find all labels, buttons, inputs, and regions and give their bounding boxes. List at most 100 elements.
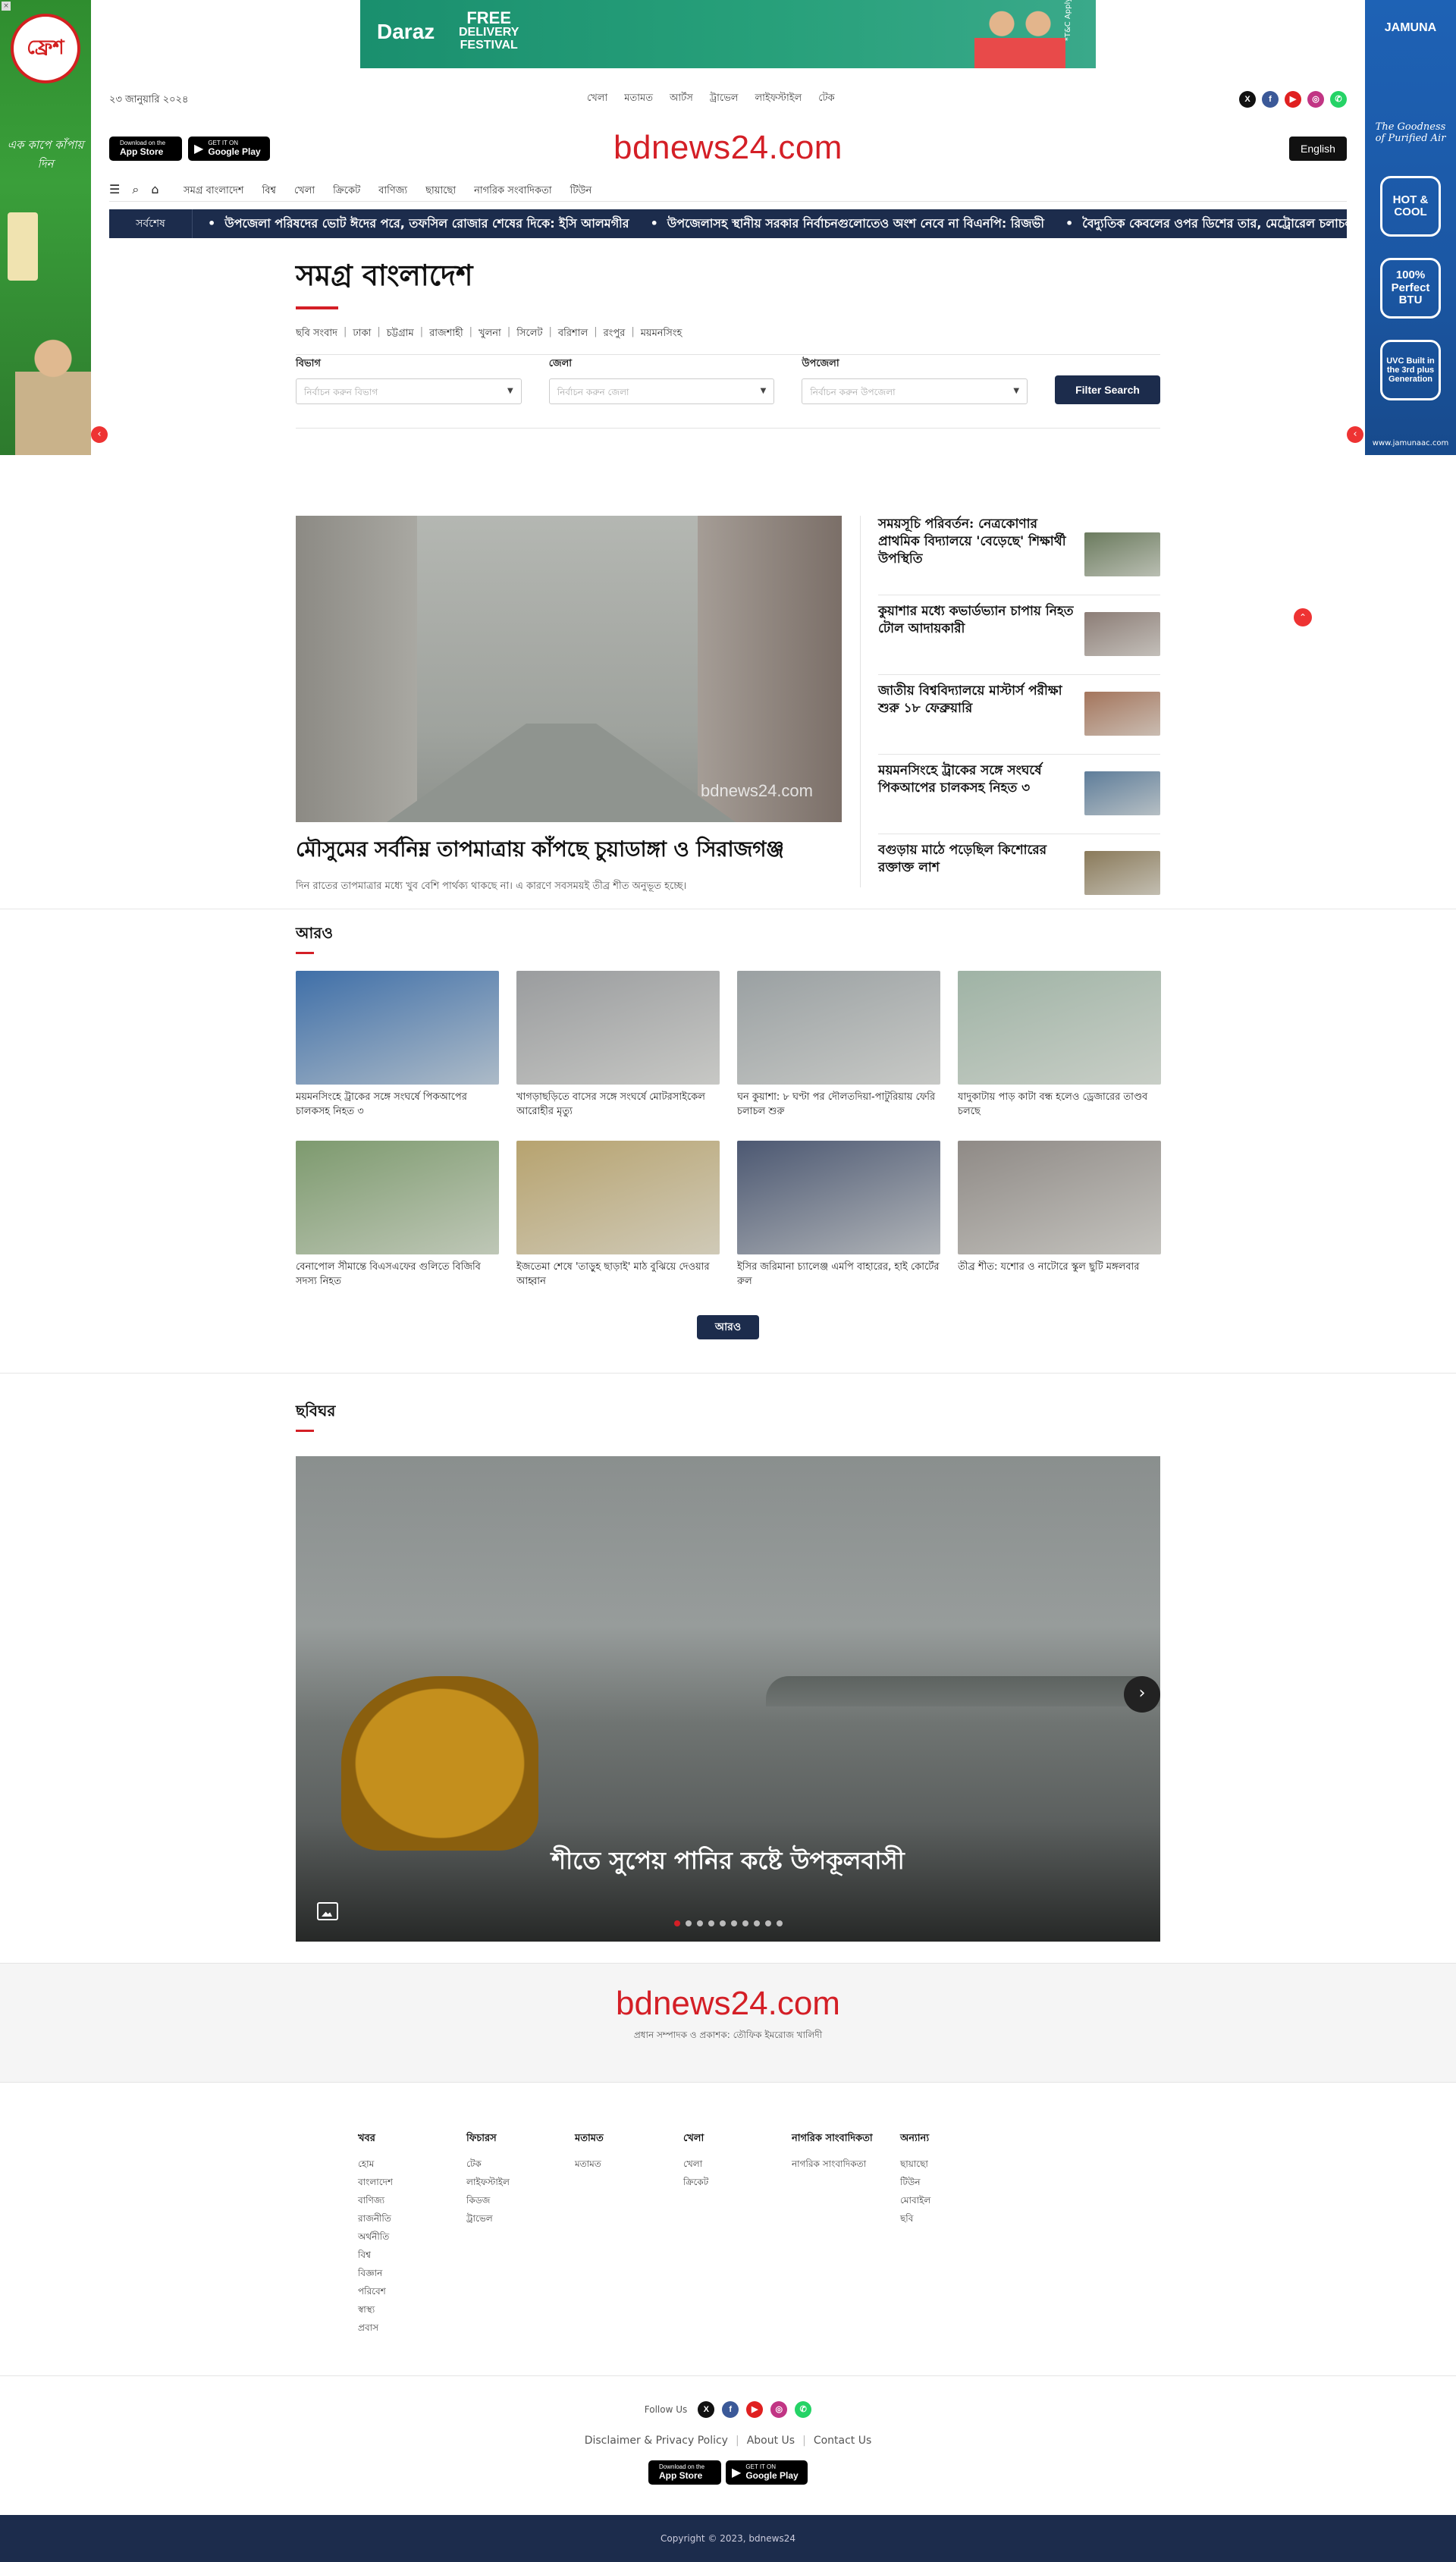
card-title[interactable]: খাগড়াছড়িতে বাসের সঙ্গে সংঘর্ষে মোটরসাই… bbox=[516, 1091, 720, 1121]
side-story[interactable]: ময়মনসিংহে ট্রাকের সঙ্গে সংঘর্ষে পিকআপের… bbox=[878, 755, 1160, 834]
card-image[interactable] bbox=[737, 1141, 940, 1254]
footer-link[interactable]: পরিবেশ bbox=[358, 2282, 466, 2300]
lead-headline[interactable]: মৌসুমের সর্বনিম্ন তাপমাত্রায় কাঁপছে চুয… bbox=[296, 833, 842, 868]
footer-link[interactable]: বাণিজ্য bbox=[358, 2191, 466, 2209]
slide-dot[interactable] bbox=[719, 1920, 726, 1926]
nav-link[interactable]: বিশ্ব bbox=[262, 184, 275, 199]
side-story-thumb[interactable] bbox=[1084, 692, 1160, 736]
footer-link[interactable]: বাংলাদেশ bbox=[358, 2173, 466, 2191]
left-ad[interactable]: × ফ্রেশ এক কাপে কাঁপায় দিন bbox=[0, 0, 91, 455]
instagram-icon[interactable]: ◎ bbox=[770, 2401, 788, 2418]
slide-dot[interactable] bbox=[685, 1920, 692, 1926]
region-link[interactable]: চট্টগ্রাম bbox=[387, 326, 414, 342]
footer-link[interactable]: ক্রিকেট bbox=[683, 2173, 792, 2191]
nav-link[interactable]: নাগরিক সংবাদিকতা bbox=[474, 184, 552, 199]
ticker-item[interactable]: উপজেলা পরিষদের ভোট ঈদের পরে, তফসিল রোজার… bbox=[208, 214, 629, 234]
left-ad-toggle-icon[interactable]: ‹ bbox=[91, 426, 108, 443]
nav-link[interactable]: ক্রিকেট bbox=[333, 184, 360, 199]
gallery-slide[interactable]: শীতে সুপেয় পানির কষ্টে উপকূলবাসী › bbox=[296, 1456, 1160, 1942]
util-link[interactable]: মতামত bbox=[624, 91, 653, 107]
nav-link[interactable]: খেলা bbox=[294, 184, 315, 199]
side-story-title[interactable]: ময়মনসিংহে ট্রাকের সঙ্গে সংঘর্ষে পিকআপের… bbox=[878, 755, 1077, 834]
upazila-select[interactable]: নির্বাচন করুন উপজেলা bbox=[802, 378, 1028, 404]
slide-dot[interactable] bbox=[708, 1920, 714, 1926]
nav-link[interactable]: বাণিজ্য bbox=[378, 184, 407, 199]
side-story-title[interactable]: বগুড়ায় মাঠে পড়েছিল কিশোরের রক্তাক্ত ল… bbox=[878, 834, 1077, 914]
card-image[interactable] bbox=[296, 1141, 499, 1254]
side-story-title[interactable]: সময়সূচি পরিবর্তন: নেত্রকোণার প্রাথমিক ব… bbox=[878, 516, 1077, 595]
ticker-item[interactable]: বৈদ্যুতিক কেবলের ওপর ডিশের তার, মেট্রোরে… bbox=[1065, 214, 1347, 234]
footer-link[interactable]: প্রবাস bbox=[358, 2319, 466, 2337]
news-card[interactable]: ইজতেমা শেষে 'তাড়ুহ ছাড়াই' মাঠ বুঝিয়ে … bbox=[516, 1141, 720, 1291]
about-link[interactable]: About Us bbox=[747, 2435, 795, 2447]
footer-link[interactable]: রাজনীতি bbox=[358, 2209, 466, 2228]
youtube-icon[interactable]: ▶ bbox=[1285, 91, 1301, 108]
whatsapp-icon[interactable]: ✆ bbox=[795, 2401, 812, 2418]
util-link[interactable]: ট্রাভেল bbox=[710, 91, 739, 107]
util-link[interactable]: আর্টস bbox=[670, 91, 693, 107]
slide-dot[interactable] bbox=[776, 1920, 783, 1926]
nav-link[interactable]: টিউন bbox=[570, 184, 592, 199]
util-link[interactable]: খেলা bbox=[587, 91, 607, 107]
lead-story[interactable]: bdnews24.com মৌসুমের সর্বনিম্ন তাপমাত্রা… bbox=[296, 516, 842, 895]
slide-dot[interactable] bbox=[764, 1920, 771, 1926]
footer-link[interactable]: নাগরিক সাংবাদিকতা bbox=[792, 2155, 900, 2173]
youtube-icon[interactable]: ▶ bbox=[746, 2401, 764, 2418]
x-icon[interactable]: X bbox=[698, 2401, 715, 2418]
footer-link[interactable]: হোম bbox=[358, 2155, 466, 2173]
footer-link[interactable]: বিশ্ব bbox=[358, 2246, 466, 2264]
search-icon[interactable]: ⌕ bbox=[132, 182, 139, 197]
whatsapp-icon[interactable]: ✆ bbox=[1330, 91, 1347, 108]
footer-link[interactable]: টেক bbox=[466, 2155, 575, 2173]
card-title[interactable]: ইসির জরিমানা চ্যালেঞ্জ এমপি বাহারের, হাই… bbox=[737, 1261, 940, 1291]
news-card[interactable]: বেনাপোল সীমান্তে বিএসএফের গুলিতে বিজিবি … bbox=[296, 1141, 499, 1291]
filter-search-button[interactable]: Filter Search bbox=[1055, 375, 1160, 404]
card-image[interactable] bbox=[737, 971, 940, 1085]
slide-dot[interactable] bbox=[753, 1920, 760, 1926]
news-card[interactable]: খাগড়াছড়িতে বাসের সঙ্গে সংঘর্ষে মোটরসাই… bbox=[516, 971, 720, 1121]
x-icon[interactable]: X bbox=[1239, 91, 1256, 108]
slide-dot[interactable] bbox=[730, 1920, 737, 1926]
card-title[interactable]: ইজতেমা শেষে 'তাড়ুহ ছাড়াই' মাঠ বুঝিয়ে … bbox=[516, 1261, 720, 1291]
facebook-icon[interactable]: f bbox=[1262, 91, 1279, 108]
side-story-title[interactable]: কুয়াশার মধ্যে কভার্ডভ্যান চাপায় নিহত ট… bbox=[878, 595, 1077, 674]
side-story[interactable]: কুয়াশার মধ্যে কভার্ডভ্যান চাপায় নিহত ট… bbox=[878, 595, 1160, 675]
news-card[interactable]: ময়মনসিংহে ট্রাকের সঙ্গে সংঘর্ষে পিকআপের… bbox=[296, 971, 499, 1121]
footer-link[interactable]: মতামত bbox=[575, 2155, 683, 2173]
card-title[interactable]: ঘন কুয়াশা: ৮ ঘণ্টা পর দৌলতদিয়া-পাটুরিয… bbox=[737, 1091, 940, 1121]
top-banner-ad[interactable]: Daraz FREE DELIVERY FESTIVAL *T&C Apply bbox=[360, 0, 1096, 68]
menu-icon[interactable]: ☰ bbox=[109, 182, 120, 197]
region-link[interactable]: বরিশাল bbox=[558, 326, 588, 342]
footer-link[interactable]: ছায়াছো bbox=[900, 2155, 1009, 2173]
card-image[interactable] bbox=[958, 1141, 1161, 1254]
card-image[interactable] bbox=[516, 971, 720, 1085]
side-story[interactable]: সময়সূচি পরিবর্তন: নেত্রকোণার প্রাথমিক ব… bbox=[878, 516, 1160, 595]
google-play-button[interactable]: ▶ GET IT ON Google Play bbox=[726, 2460, 808, 2485]
disclaimer-link[interactable]: Disclaimer & Privacy Policy bbox=[585, 2435, 728, 2447]
footer-link[interactable]: ট্রাভেল bbox=[466, 2209, 575, 2228]
card-title[interactable]: ময়মনসিংহে ট্রাকের সঙ্গে সংঘর্ষে পিকআপের… bbox=[296, 1091, 499, 1121]
region-link[interactable]: সিলেট bbox=[516, 326, 542, 342]
facebook-icon[interactable]: f bbox=[722, 2401, 739, 2418]
app-store-button[interactable]: Download on the App Store bbox=[648, 2460, 721, 2485]
footer-link[interactable]: স্বাস্থ্য bbox=[358, 2300, 466, 2319]
slide-dot[interactable] bbox=[696, 1920, 703, 1926]
next-arrow-icon[interactable]: › bbox=[1124, 1676, 1160, 1713]
division-select[interactable]: নির্বাচন করুন বিভাগ bbox=[296, 378, 522, 404]
footer-link[interactable]: কিডজ bbox=[466, 2191, 575, 2209]
region-link[interactable]: ঢাকা bbox=[353, 326, 371, 342]
slide-caption[interactable]: শীতে সুপেয় পানির কষ্টে উপকূলবাসী bbox=[296, 1841, 1160, 1882]
side-story[interactable]: বগুড়ায় মাঠে পড়েছিল কিশোরের রক্তাক্ত ল… bbox=[878, 834, 1160, 914]
news-card[interactable]: ঘন কুয়াশা: ৮ ঘণ্টা পর দৌলতদিয়া-পাটুরিয… bbox=[737, 971, 940, 1121]
news-card[interactable]: যাদুকাটায় পাড় কাটা বন্ধ হলেও ড্রেজারের… bbox=[958, 971, 1161, 1121]
footer-link[interactable]: খেলা bbox=[683, 2155, 792, 2173]
instagram-icon[interactable]: ◎ bbox=[1307, 91, 1324, 108]
ad-close-icon[interactable]: × bbox=[2, 2, 11, 11]
util-link[interactable]: টেক bbox=[818, 91, 834, 107]
footer-link[interactable]: অর্থনীতি bbox=[358, 2228, 466, 2246]
footer-link[interactable]: মোবাইল bbox=[900, 2191, 1009, 2209]
load-more-button[interactable]: আরও bbox=[697, 1315, 759, 1339]
side-story-thumb[interactable] bbox=[1084, 771, 1160, 815]
side-story-title[interactable]: জাতীয় বিশ্ববিদ্যালয়ে মাস্টার্স পরীক্ষা… bbox=[878, 675, 1077, 754]
ticker-item[interactable]: উপজেলাসহ স্থানীয় সরকার নির্বাচনগুলোতেও … bbox=[651, 214, 1044, 234]
